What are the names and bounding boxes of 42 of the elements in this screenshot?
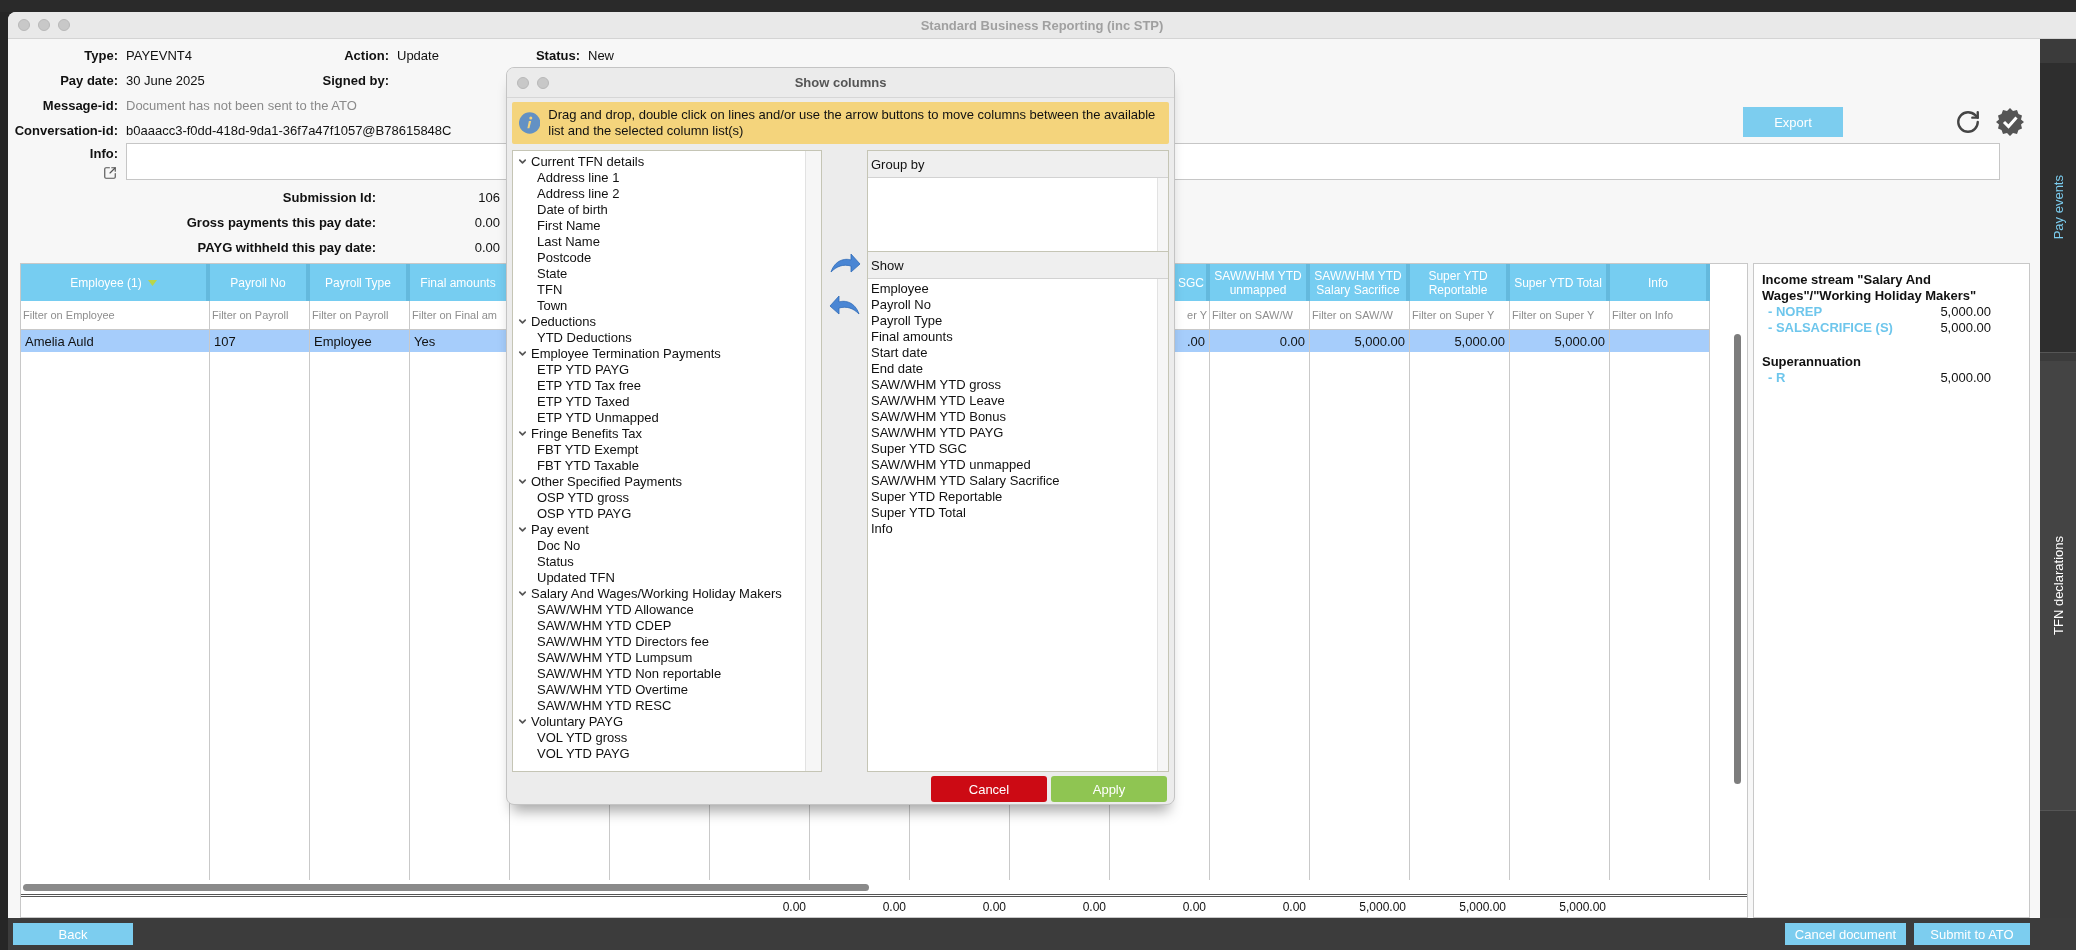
field-label: Type: bbox=[83, 48, 118, 63]
section-title: Superannuation bbox=[1762, 354, 1862, 370]
field-value: PAYEVNT4 bbox=[126, 48, 192, 63]
section-title: Income stream "Salary And Wages"/"Working Holiday Makers" bbox=[1762, 272, 1978, 304]
total-cell-text: 0.00 bbox=[1281, 899, 1307, 916]
hint-text: Drag and drop, double click on lines and/or use the arrow buttons to move columns between the available list and the selected column list(s) bbox=[548, 107, 1157, 139]
total-cell-text: 0.00 bbox=[781, 899, 807, 916]
dialog-title: Show columns bbox=[794, 75, 887, 90]
field-value: Document has not been sent to the ATO bbox=[126, 98, 357, 113]
field-value: 30 June 2025 bbox=[126, 73, 205, 88]
group-by-header: Group by bbox=[868, 151, 1168, 178]
field-label: Action: bbox=[343, 48, 389, 63]
show-header: Show bbox=[868, 252, 1168, 279]
field-value: b0aaacc3-f0dd-418d-9da1-36f7a47f1057@B78615848C bbox=[126, 123, 452, 138]
summary-value: 106 bbox=[477, 190, 500, 205]
summary-label: Gross payments this pay date: bbox=[185, 215, 376, 230]
total-cell-text: 5,000.00 bbox=[1458, 899, 1507, 916]
total-cell-text: 0.00 bbox=[1081, 899, 1107, 916]
amount: 5,000.00 bbox=[1940, 304, 1991, 320]
amount: 5,000.00 bbox=[1940, 320, 1991, 336]
window-title: Standard Business Reporting (inc STP) bbox=[920, 17, 1164, 33]
total-cell-text: 0.00 bbox=[981, 899, 1007, 916]
summary-value: 0.00 bbox=[473, 215, 500, 230]
total-cell-text: 0.00 bbox=[1181, 899, 1207, 916]
summary-value: 0.00 bbox=[473, 240, 500, 255]
amount: 5,000.00 bbox=[1940, 370, 1991, 386]
total-cell-text: 0.00 bbox=[881, 899, 907, 916]
pay-code: - R bbox=[1768, 370, 1786, 386]
field-value: New bbox=[588, 48, 614, 63]
total-cell-text: 5,000.00 bbox=[1358, 899, 1407, 916]
field-label: Conversation-id: bbox=[13, 123, 118, 138]
pay-code: - NOREP bbox=[1768, 304, 1823, 320]
pay-code: - SALSACRIFICE (S) bbox=[1768, 320, 1893, 336]
field-value: Update bbox=[397, 48, 439, 63]
info-label: Info: bbox=[89, 146, 118, 161]
summary-label: Submission Id: bbox=[281, 190, 376, 205]
field-label: Message-id: bbox=[41, 98, 118, 113]
field-label: Signed by: bbox=[321, 73, 389, 88]
summary-label: PAYG withheld this pay date: bbox=[196, 240, 376, 255]
total-cell-text: 5,000.00 bbox=[1558, 899, 1607, 916]
field-label: Status: bbox=[534, 48, 580, 63]
field-label: Pay date: bbox=[59, 73, 118, 88]
